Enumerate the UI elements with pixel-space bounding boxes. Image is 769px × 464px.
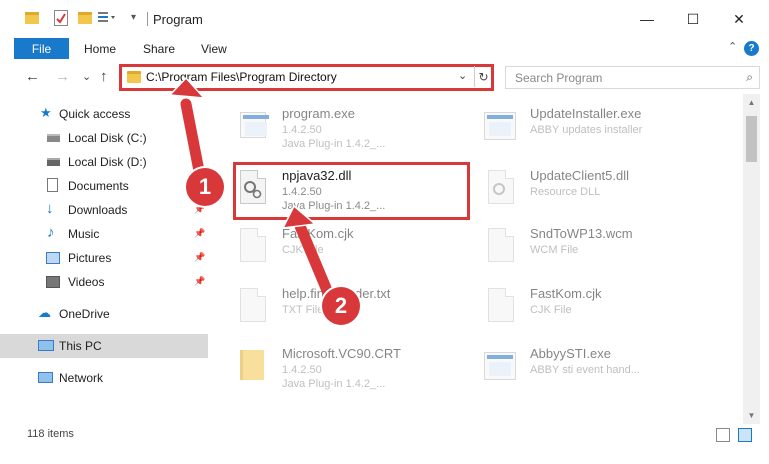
arrow-2-head: [281, 204, 317, 229]
arrow-1: [180, 98, 206, 182]
status-bar: 118 items: [0, 424, 769, 446]
annotation-badge-1: 1: [186, 168, 224, 206]
arrow-1-head: [168, 76, 206, 99]
arrow-2: [294, 220, 337, 306]
annotation-arrows: [168, 76, 337, 306]
details-view-icon[interactable]: [716, 428, 730, 442]
tiles-view-icon[interactable]: [738, 428, 752, 442]
annotation-badge-2: 2: [322, 287, 360, 325]
item-count: 118 items: [27, 428, 74, 440]
